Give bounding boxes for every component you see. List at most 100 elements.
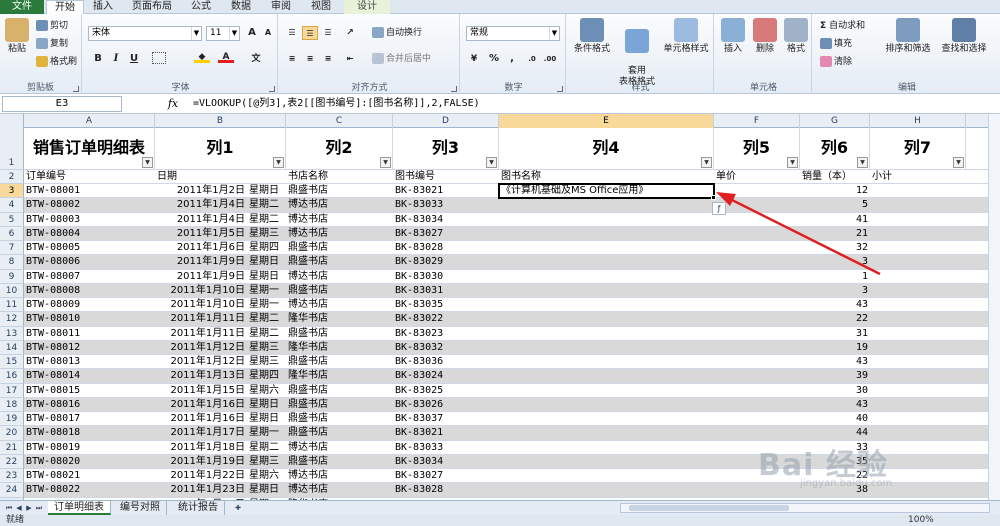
quantity-cell[interactable]: 44 (800, 426, 870, 439)
subtotal-cell[interactable] (870, 412, 966, 425)
book-name-cell[interactable] (499, 426, 714, 439)
date-cell[interactable]: 2011年1月17日 (155, 426, 247, 439)
subtotal-cell[interactable] (870, 198, 966, 211)
field-cell[interactable]: 单价 (714, 170, 800, 183)
price-cell[interactable] (714, 327, 800, 340)
book-name-cell[interactable] (499, 469, 714, 482)
row-header[interactable]: 8 (0, 255, 24, 270)
quantity-cell[interactable]: 22 (800, 312, 870, 325)
weekday-cell[interactable]: 星期六 (247, 469, 286, 482)
book-id-cell[interactable]: BK-83034 (393, 213, 499, 226)
tab-page-layout[interactable]: 页面布局 (124, 0, 180, 14)
weekday-cell[interactable]: 星期二 (247, 198, 286, 211)
subtotal-cell[interactable] (870, 312, 966, 325)
field-cell[interactable]: 书店名称 (286, 170, 393, 183)
find-select-button[interactable]: 查找和选择 (936, 18, 992, 55)
column-header-h[interactable]: H (870, 114, 966, 128)
book-id-cell[interactable]: BK-83021 (393, 426, 499, 439)
store-cell[interactable]: 鼎盛书店 (286, 327, 393, 340)
row-header[interactable]: 5 (0, 212, 24, 227)
book-id-cell[interactable]: BK-83035 (393, 298, 499, 311)
row-header[interactable]: 11 (0, 298, 24, 313)
book-id-cell[interactable]: BK-83027 (393, 469, 499, 482)
row-header[interactable]: 1 (0, 128, 24, 170)
date-cell[interactable]: 2011年1月18日 (155, 441, 247, 454)
autocorrect-options-icon[interactable]: ƒ (712, 202, 726, 215)
date-cell[interactable]: 2011年1月12日 (155, 341, 247, 354)
order-id-cell[interactable]: BTW-08015 (24, 384, 155, 397)
borders-icon[interactable] (152, 52, 166, 64)
column-header-a[interactable]: A (24, 114, 155, 128)
format-as-table-button[interactable]: 套用 表格格式 (616, 18, 658, 88)
first-sheet-icon[interactable]: ⏮ (4, 503, 14, 513)
date-cell[interactable]: 2011年1月23日 (155, 483, 247, 496)
book-name-cell[interactable] (499, 270, 714, 283)
date-cell[interactable]: 2011年1月10日 (155, 298, 247, 311)
fill-handle[interactable] (711, 195, 716, 200)
tab-formulas[interactable]: 公式 (184, 0, 218, 14)
price-cell[interactable] (714, 284, 800, 297)
book-id-cell[interactable]: BK-83029 (393, 255, 499, 268)
column-header-b[interactable]: B (155, 114, 286, 128)
subtotal-cell[interactable] (870, 255, 966, 268)
delete-cells-button[interactable]: 删除 (750, 18, 780, 55)
subtotal-cell[interactable] (870, 270, 966, 283)
weekday-cell[interactable]: 星期日 (247, 398, 286, 411)
row-header[interactable]: 21 (0, 440, 24, 455)
filter-dropdown-icon[interactable]: ▼ (273, 157, 284, 168)
format-cells-button[interactable]: 格式 (782, 18, 810, 55)
order-id-cell[interactable]: BTW-08006 (24, 255, 155, 268)
store-cell[interactable]: 博达书店 (286, 298, 393, 311)
order-id-cell[interactable]: BTW-08012 (24, 341, 155, 354)
book-id-cell[interactable]: BK-83024 (393, 369, 499, 382)
store-cell[interactable]: 鼎盛书店 (286, 241, 393, 254)
weekday-cell[interactable]: 星期日 (247, 412, 286, 425)
date-cell[interactable]: 2011年1月5日 (155, 227, 247, 240)
weekday-cell[interactable]: 星期日 (247, 184, 286, 197)
table-title[interactable]: 销售订单明细表 ▼ (24, 128, 155, 169)
weekday-cell[interactable]: 星期四 (247, 241, 286, 254)
bold-button[interactable]: B (90, 52, 106, 66)
price-cell[interactable] (714, 255, 800, 268)
weekday-cell[interactable]: 星期日 (247, 255, 286, 268)
order-id-cell[interactable]: BTW-08016 (24, 398, 155, 411)
book-id-cell[interactable]: BK-83022 (393, 312, 499, 325)
weekday-cell[interactable]: 星期三 (247, 227, 286, 240)
store-cell[interactable]: 博达书店 (286, 483, 393, 496)
field-cell[interactable]: 销量（本） (800, 170, 870, 183)
price-cell[interactable] (714, 241, 800, 254)
weekday-cell[interactable]: 星期四 (247, 369, 286, 382)
row-header[interactable]: 7 (0, 241, 24, 256)
indent-icon[interactable]: ⇤ (342, 52, 358, 66)
sheet-tab-orders[interactable]: 订单明细表 (48, 501, 111, 515)
weekday-cell[interactable]: 星期二 (247, 213, 286, 226)
date-cell[interactable]: 2011年1月6日 (155, 241, 247, 254)
prev-sheet-icon[interactable]: ◀ (14, 503, 24, 513)
order-id-cell[interactable]: BTW-08017 (24, 412, 155, 425)
store-cell[interactable]: 鼎盛书店 (286, 455, 393, 468)
date-cell[interactable]: 2011年1月9日 (155, 270, 247, 283)
order-id-cell[interactable]: BTW-08018 (24, 426, 155, 439)
clipboard-launcher-icon[interactable] (73, 86, 79, 92)
new-sheet-icon[interactable]: ✚ (232, 503, 244, 513)
phonetic-icon[interactable]: 文 (248, 52, 264, 66)
order-id-cell[interactable]: BTW-08005 (24, 241, 155, 254)
conditional-format-button[interactable]: 条件格式 (570, 18, 614, 55)
quantity-cell[interactable]: 19 (800, 341, 870, 354)
price-cell[interactable] (714, 398, 800, 411)
tab-home[interactable]: 开始 (46, 0, 84, 15)
date-cell[interactable]: 2011年1月13日 (155, 369, 247, 382)
italic-button[interactable]: I (108, 52, 124, 66)
row-header[interactable]: 12 (0, 312, 24, 327)
date-cell[interactable]: 2011年1月16日 (155, 412, 247, 425)
quantity-cell[interactable]: 43 (800, 355, 870, 368)
order-id-cell[interactable]: BTW-08013 (24, 355, 155, 368)
subtotal-cell[interactable] (870, 184, 966, 197)
paste-button[interactable]: 粘贴 (4, 18, 30, 55)
quantity-cell[interactable]: 12 (800, 184, 870, 197)
row-header[interactable]: 20 (0, 426, 24, 441)
increase-decimal-icon[interactable]: .0 (524, 52, 540, 66)
weekday-cell[interactable]: 星期一 (247, 284, 286, 297)
align-center-icon[interactable]: ≡ (302, 52, 318, 66)
row-header[interactable]: 24 (0, 483, 24, 498)
